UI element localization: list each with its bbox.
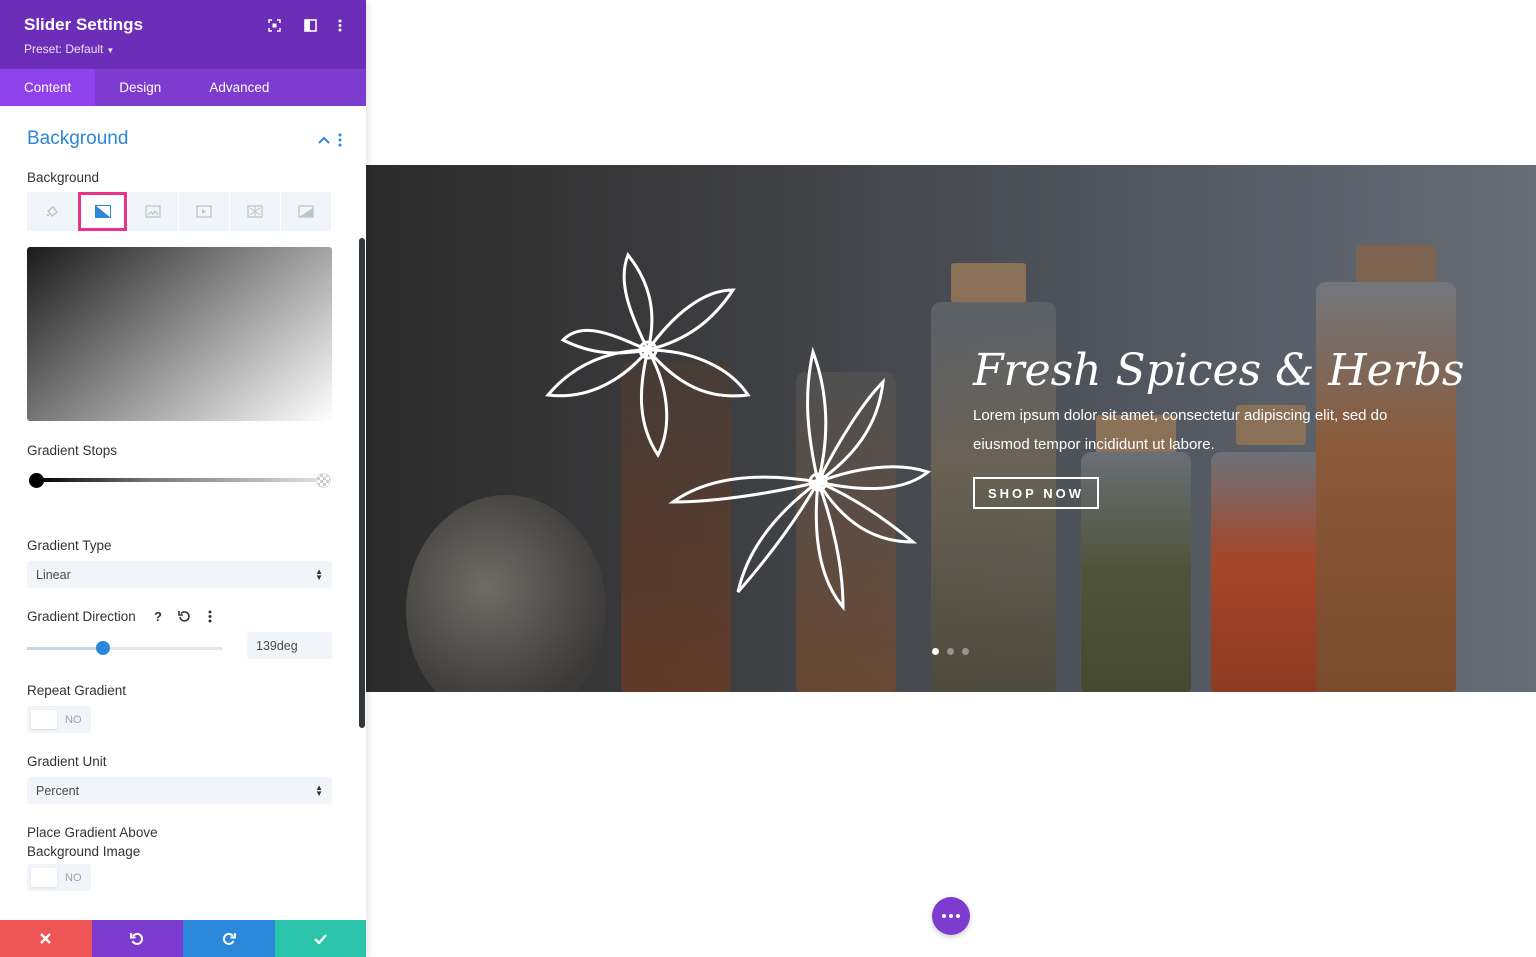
- slider-module[interactable]: Fresh Spices & Herbs Lorem ipsum dolor s…: [366, 165, 1536, 692]
- expand-icon[interactable]: [266, 17, 282, 33]
- tab-content[interactable]: Content: [0, 69, 96, 106]
- section-title[interactable]: Background: [27, 128, 128, 150]
- gradient-preview: [27, 247, 332, 421]
- settings-panel: Slider Settings Preset: Default ▼ Content…: [0, 0, 366, 957]
- image-icon[interactable]: [128, 192, 178, 231]
- direction-more-icon[interactable]: [202, 608, 218, 624]
- tab-advanced[interactable]: Advanced: [185, 69, 293, 106]
- reset-icon[interactable]: [176, 608, 192, 624]
- gradient-type-label: Gradient Type: [27, 538, 112, 553]
- gradient-icon[interactable]: [78, 192, 127, 231]
- save-button[interactable]: [274, 920, 366, 957]
- toggle-state: NO: [65, 871, 82, 884]
- repeat-gradient-toggle[interactable]: NO: [27, 706, 91, 733]
- save-icon: [313, 933, 327, 944]
- shop-now-button[interactable]: SHOP NOW: [973, 477, 1099, 509]
- toggle-knob: [31, 710, 57, 729]
- help-icon[interactable]: ?: [150, 608, 166, 624]
- repeat-gradient-label: Repeat Gradient: [27, 683, 127, 698]
- dot-icon: [942, 914, 946, 918]
- slider-pagination: [932, 648, 969, 655]
- page-settings-button[interactable]: [932, 897, 970, 935]
- panel-title: Slider Settings: [24, 15, 144, 34]
- split-view-icon[interactable]: [302, 17, 318, 33]
- slide-dot[interactable]: [947, 648, 954, 655]
- slide-dot[interactable]: [962, 648, 969, 655]
- close-icon: [40, 933, 52, 944]
- select-arrows-icon: ▲ ▼: [315, 566, 323, 582]
- mask-icon[interactable]: [281, 192, 331, 231]
- toggle-state: NO: [65, 713, 82, 726]
- place-gradient-above-label: Place Gradient Above Background Image: [27, 825, 158, 859]
- redo-icon: [222, 932, 236, 945]
- gradient-type-value: Linear: [36, 567, 71, 582]
- pattern-icon[interactable]: [230, 192, 280, 231]
- preset-label: Preset: Default: [24, 42, 104, 56]
- gradient-unit-label: Gradient Unit: [27, 754, 107, 769]
- gradient-stops-slider[interactable]: [27, 471, 332, 489]
- slide-description: Lorem ipsum dolor sit amet, consectetur …: [973, 407, 1388, 453]
- background-type-selector: [27, 192, 332, 231]
- direction-fill: [27, 647, 104, 650]
- chevron-up-icon[interactable]: [317, 133, 331, 147]
- place-gradient-above-toggle[interactable]: NO: [27, 864, 91, 891]
- video-icon[interactable]: [179, 192, 229, 231]
- slide-heading: Fresh Spices & Herbs: [973, 345, 1465, 396]
- panel-body: Background Background Gradient Stops Gra…: [0, 106, 366, 920]
- settings-tabs: Content Design Advanced: [0, 69, 366, 106]
- gradient-stops-track[interactable]: [37, 478, 317, 482]
- dot-icon: [949, 914, 953, 918]
- select-arrows-icon: ▲ ▼: [315, 782, 323, 798]
- close-button[interactable]: [0, 920, 92, 957]
- gradient-direction-slider[interactable]: [27, 641, 223, 655]
- color-icon[interactable]: [27, 192, 77, 231]
- undo-icon: [130, 932, 144, 945]
- gradient-stops-label: Gradient Stops: [27, 443, 118, 458]
- star-anise-illustration: [545, 252, 932, 612]
- gradient-stop-end[interactable]: [316, 473, 331, 488]
- preset-selector[interactable]: Preset: Default ▼: [24, 42, 114, 56]
- gradient-direction-input[interactable]: 139deg: [247, 632, 332, 659]
- panel-header: Slider Settings Preset: Default ▼: [0, 0, 366, 69]
- section-more-icon[interactable]: [338, 133, 352, 147]
- slide-dot[interactable]: [932, 648, 939, 655]
- panel-footer: [0, 920, 366, 957]
- panel-scrollbar[interactable]: [359, 238, 365, 728]
- undo-button[interactable]: [91, 920, 183, 957]
- gradient-unit-value: Percent: [36, 783, 80, 798]
- direction-tools: ?: [150, 608, 218, 624]
- gradient-unit-select[interactable]: Percent ▲ ▼: [27, 777, 332, 804]
- more-vertical-icon[interactable]: [332, 17, 348, 33]
- caret-down-icon: ▼: [106, 46, 115, 55]
- gradient-type-select[interactable]: Linear ▲ ▼: [27, 561, 332, 588]
- gradient-direction-label: Gradient Direction: [27, 609, 136, 624]
- tab-design[interactable]: Design: [95, 69, 185, 106]
- dot-icon: [956, 914, 960, 918]
- direction-knob[interactable]: [96, 641, 111, 655]
- gradient-stop-start[interactable]: [29, 473, 44, 488]
- background-label: Background: [27, 170, 100, 185]
- toggle-knob: [31, 868, 57, 887]
- redo-button[interactable]: [183, 920, 275, 957]
